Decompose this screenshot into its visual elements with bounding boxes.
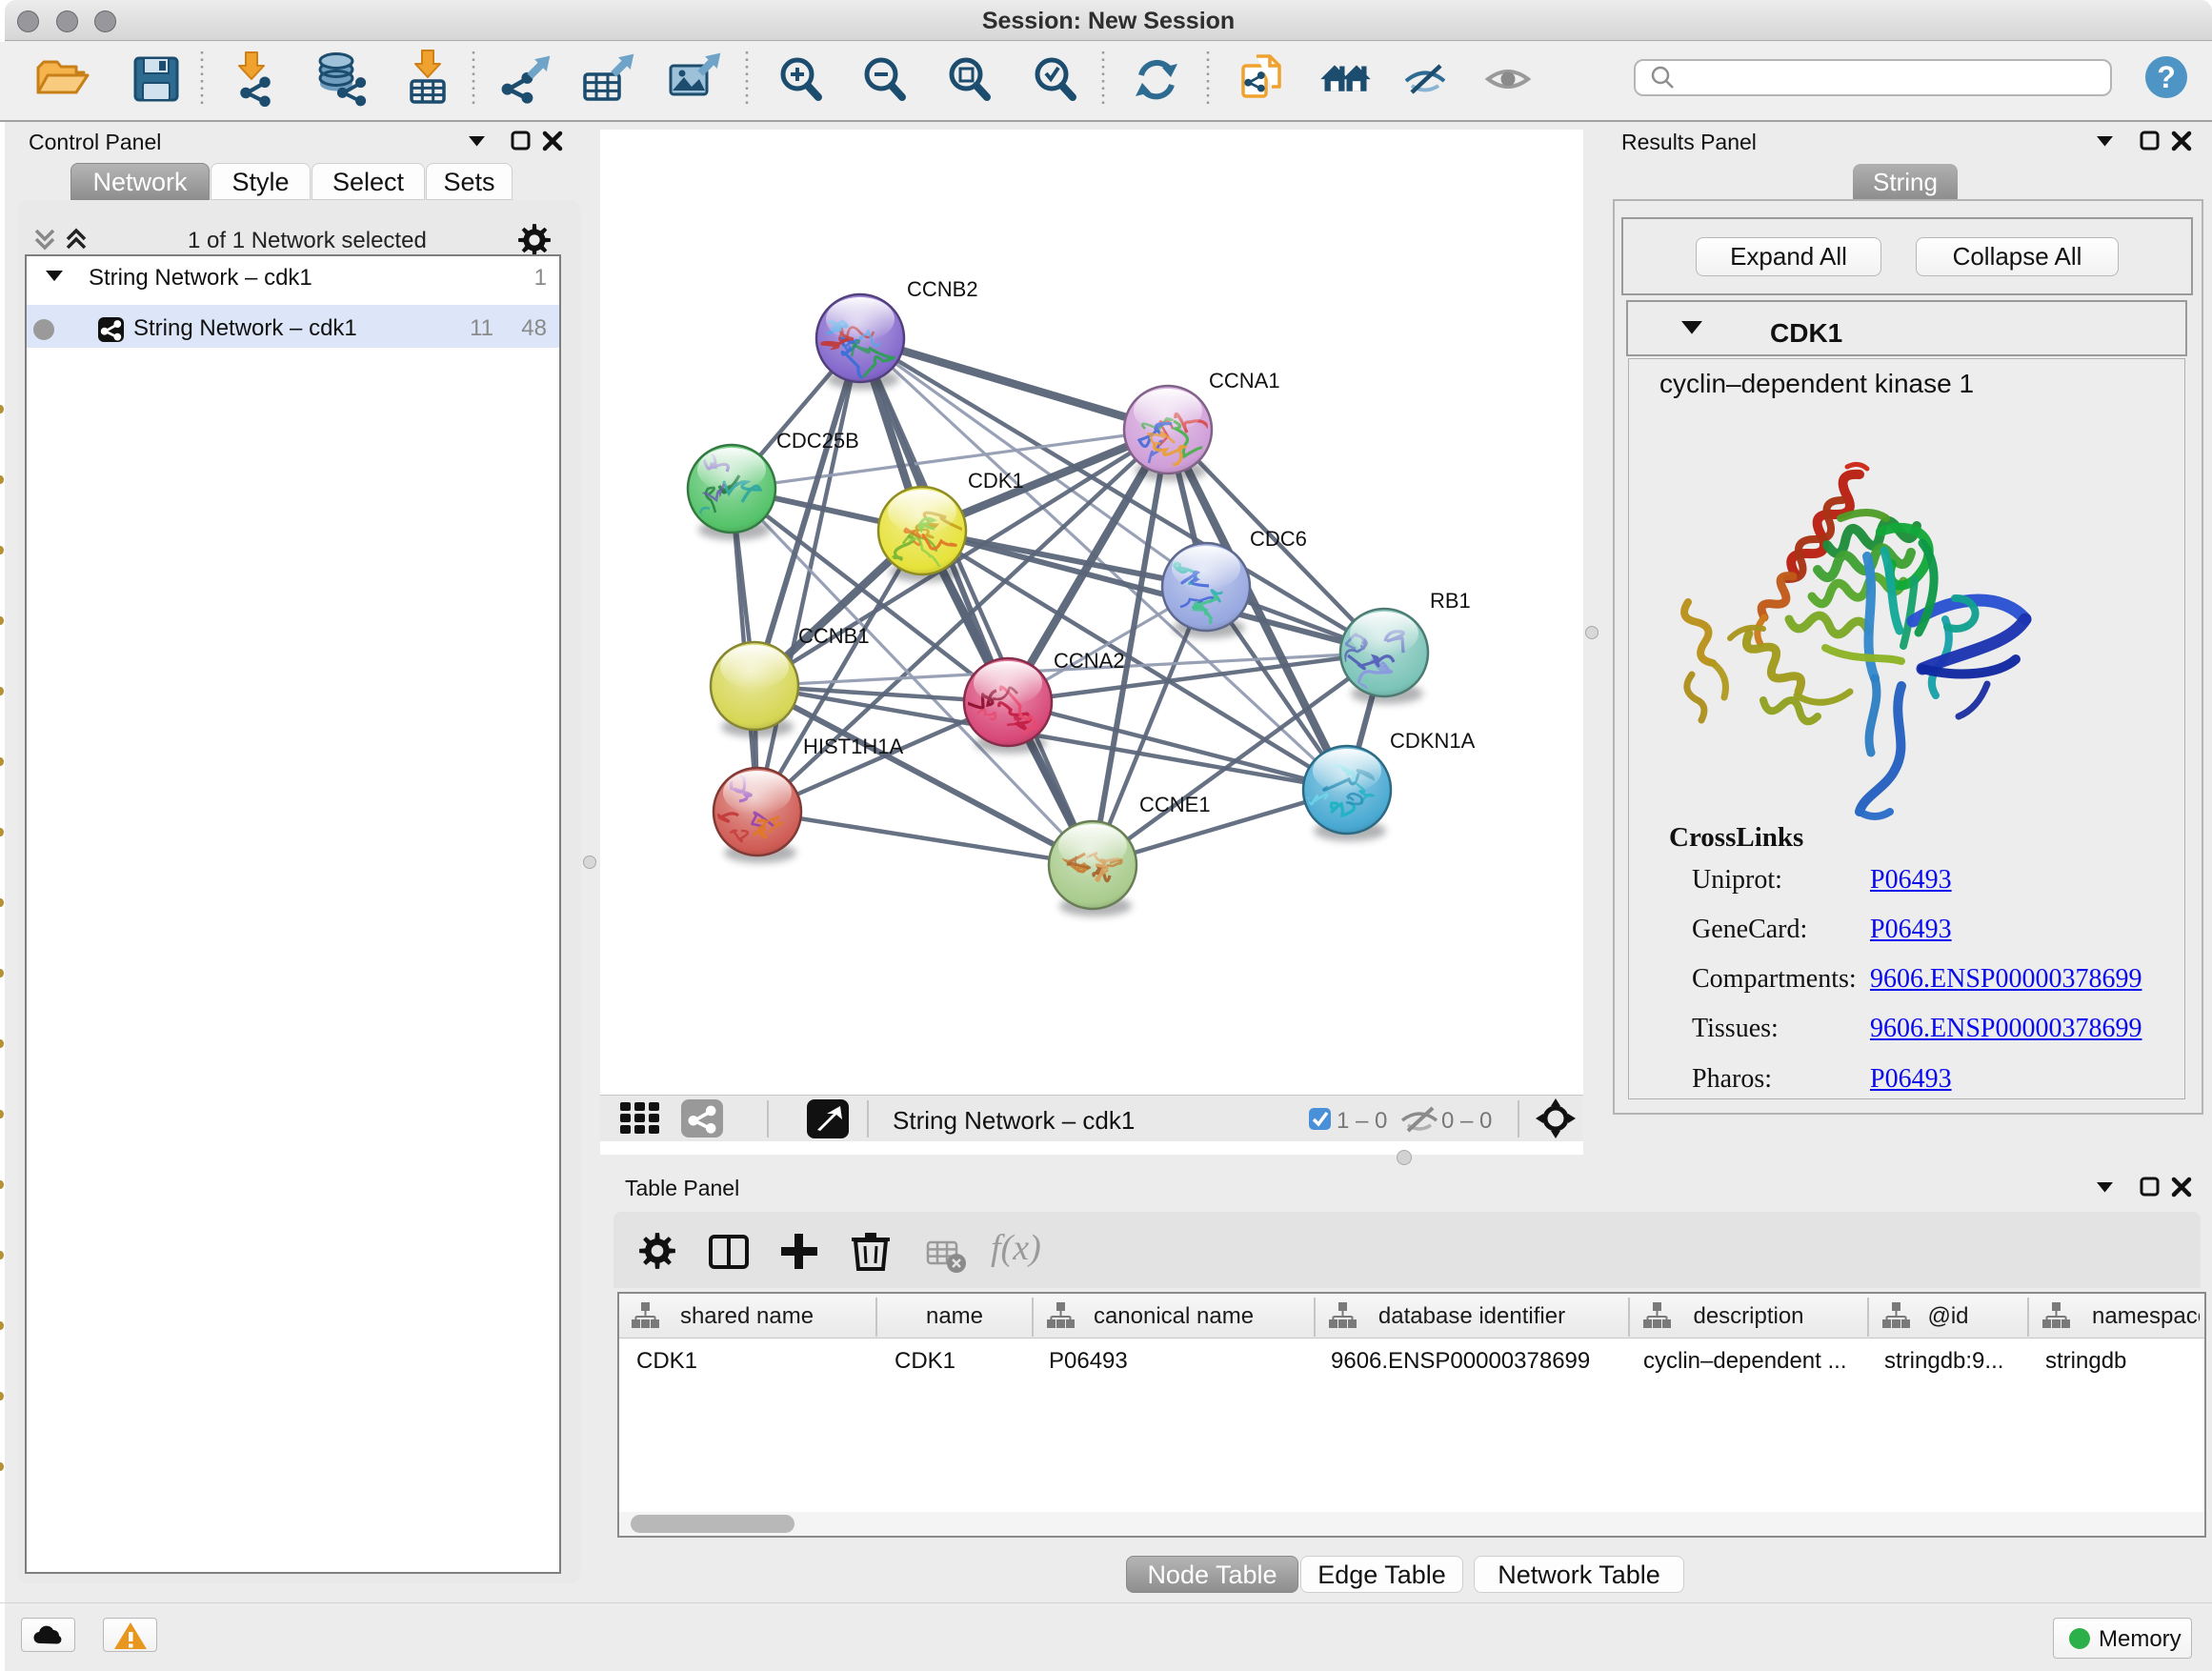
svg-text:CDKN1A: CDKN1A xyxy=(1390,729,1476,753)
svg-text:CDC25B: CDC25B xyxy=(776,429,859,453)
svg-text:CCNB2: CCNB2 xyxy=(907,277,978,301)
svg-text:HIST1H1A: HIST1H1A xyxy=(803,735,903,758)
svg-text:CDK1: CDK1 xyxy=(968,469,1024,493)
svg-text:RB1: RB1 xyxy=(1430,589,1471,613)
svg-text:CCNE1: CCNE1 xyxy=(1139,793,1211,816)
svg-text:CCNA1: CCNA1 xyxy=(1209,369,1280,393)
svg-text:?: ? xyxy=(2157,60,2176,94)
svg-text:CCNA2: CCNA2 xyxy=(1054,649,1125,673)
svg-text:CCNB1: CCNB1 xyxy=(798,624,870,648)
svg-text:CDC6: CDC6 xyxy=(1250,527,1307,551)
